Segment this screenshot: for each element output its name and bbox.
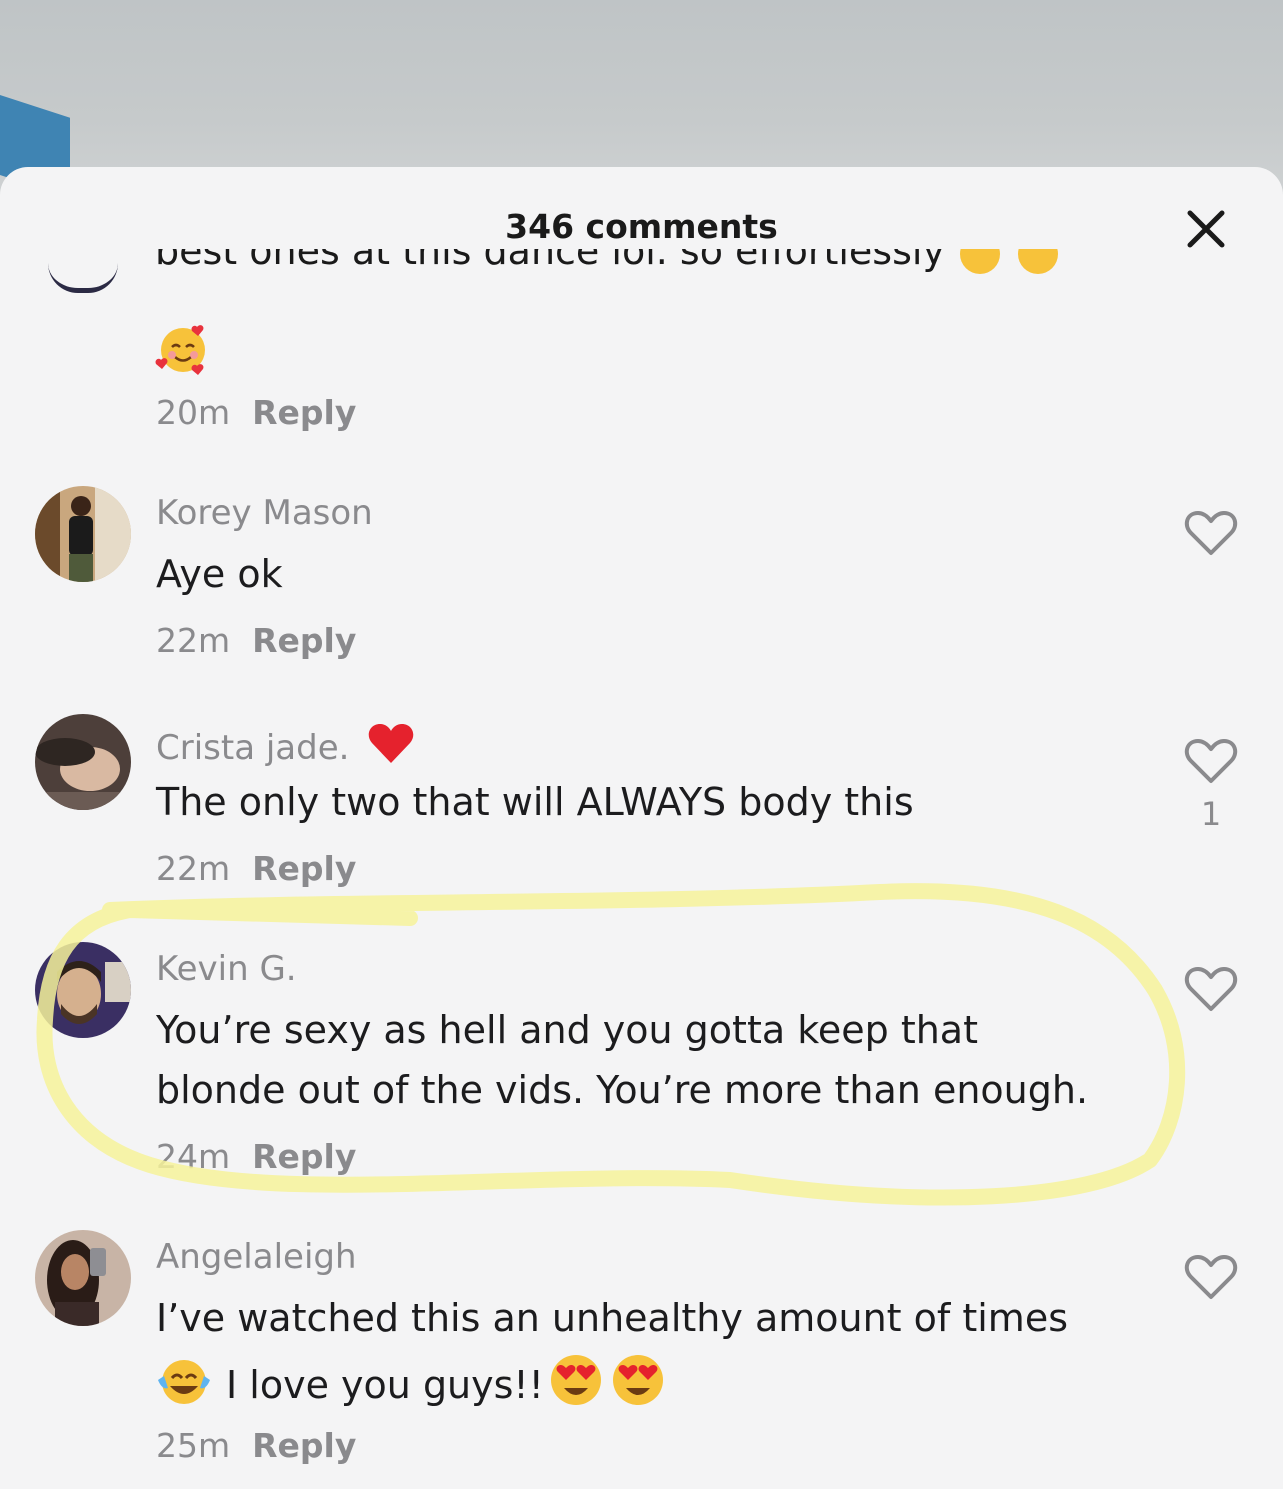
avatar[interactable] xyxy=(35,714,131,810)
comments-count-title: 346 comments xyxy=(505,207,778,246)
comment-time: 25m xyxy=(156,1426,231,1465)
comment-text-line-1: I’ve watched this an unhealthy amount of… xyxy=(156,1296,1068,1340)
comment-text: Aye ok xyxy=(156,552,283,596)
comment-text-line-2: I love you guys!! xyxy=(156,1352,666,1415)
avatar[interactable] xyxy=(35,1230,131,1326)
comment-meta: 22m Reply xyxy=(156,621,356,660)
heart-eyes-emoji-icon xyxy=(612,1355,663,1405)
avatar[interactable] xyxy=(35,486,131,582)
comment-username[interactable]: Korey Mason xyxy=(156,493,373,533)
comment-meta: 24m Reply xyxy=(156,1137,356,1176)
smiling-hearts-emoji-icon xyxy=(155,325,205,375)
comment-text-partial: best ones at this dance lol. so effortle… xyxy=(155,249,1095,299)
reply-button[interactable]: Reply xyxy=(252,621,356,660)
smiling-hearts-emoji-icon xyxy=(960,249,1001,274)
comment-text-line-2: blonde out of the vids. You’re more than… xyxy=(156,1068,1089,1112)
reply-button[interactable]: Reply xyxy=(252,849,356,888)
comment-text: best ones at this dance lol. so effortle… xyxy=(155,249,945,273)
comment-time: 24m xyxy=(156,1137,231,1176)
comment-meta: 25m Reply xyxy=(156,1426,356,1465)
comment-text: The only two that will ALWAYS body this xyxy=(156,780,914,824)
avatar[interactable] xyxy=(48,263,118,293)
heart-outline-icon[interactable] xyxy=(1183,505,1239,561)
like-count: 1 xyxy=(1200,795,1222,833)
comment-time: 22m xyxy=(156,621,231,660)
comment-time: 20m xyxy=(156,393,231,432)
comment-time: 22m xyxy=(156,849,231,888)
close-icon[interactable] xyxy=(1184,207,1228,251)
comment-meta: 20m Reply xyxy=(156,393,356,432)
reply-button[interactable]: Reply xyxy=(252,1137,356,1176)
heart-eyes-emoji-icon xyxy=(550,1355,601,1405)
comment-text-line-1: You’re sexy as hell and you gotta keep t… xyxy=(156,1008,978,1052)
tears-of-joy-emoji-icon xyxy=(158,1360,210,1404)
heart-outline-icon[interactable] xyxy=(1183,961,1239,1017)
heart-outline-icon[interactable] xyxy=(1183,1249,1239,1305)
comment-text: I love you guys!! xyxy=(226,1363,544,1407)
comments-sheet: 346 comments best ones at this dance lol… xyxy=(0,167,1283,1489)
reply-button[interactable]: Reply xyxy=(252,393,356,432)
comment-meta: 22m Reply xyxy=(156,849,356,888)
smiling-hearts-emoji-icon xyxy=(1018,249,1059,274)
comment-username[interactable]: Kevin G. xyxy=(156,949,297,989)
red-heart-emoji-icon xyxy=(369,724,414,763)
reply-button[interactable]: Reply xyxy=(252,1426,356,1465)
comment-username[interactable]: Angelaleigh xyxy=(156,1237,357,1277)
comment-username-text: Crista jade. xyxy=(156,728,350,768)
heart-outline-icon[interactable] xyxy=(1183,733,1239,789)
avatar[interactable] xyxy=(35,942,131,1038)
comment-username[interactable]: Crista jade. xyxy=(156,721,414,768)
